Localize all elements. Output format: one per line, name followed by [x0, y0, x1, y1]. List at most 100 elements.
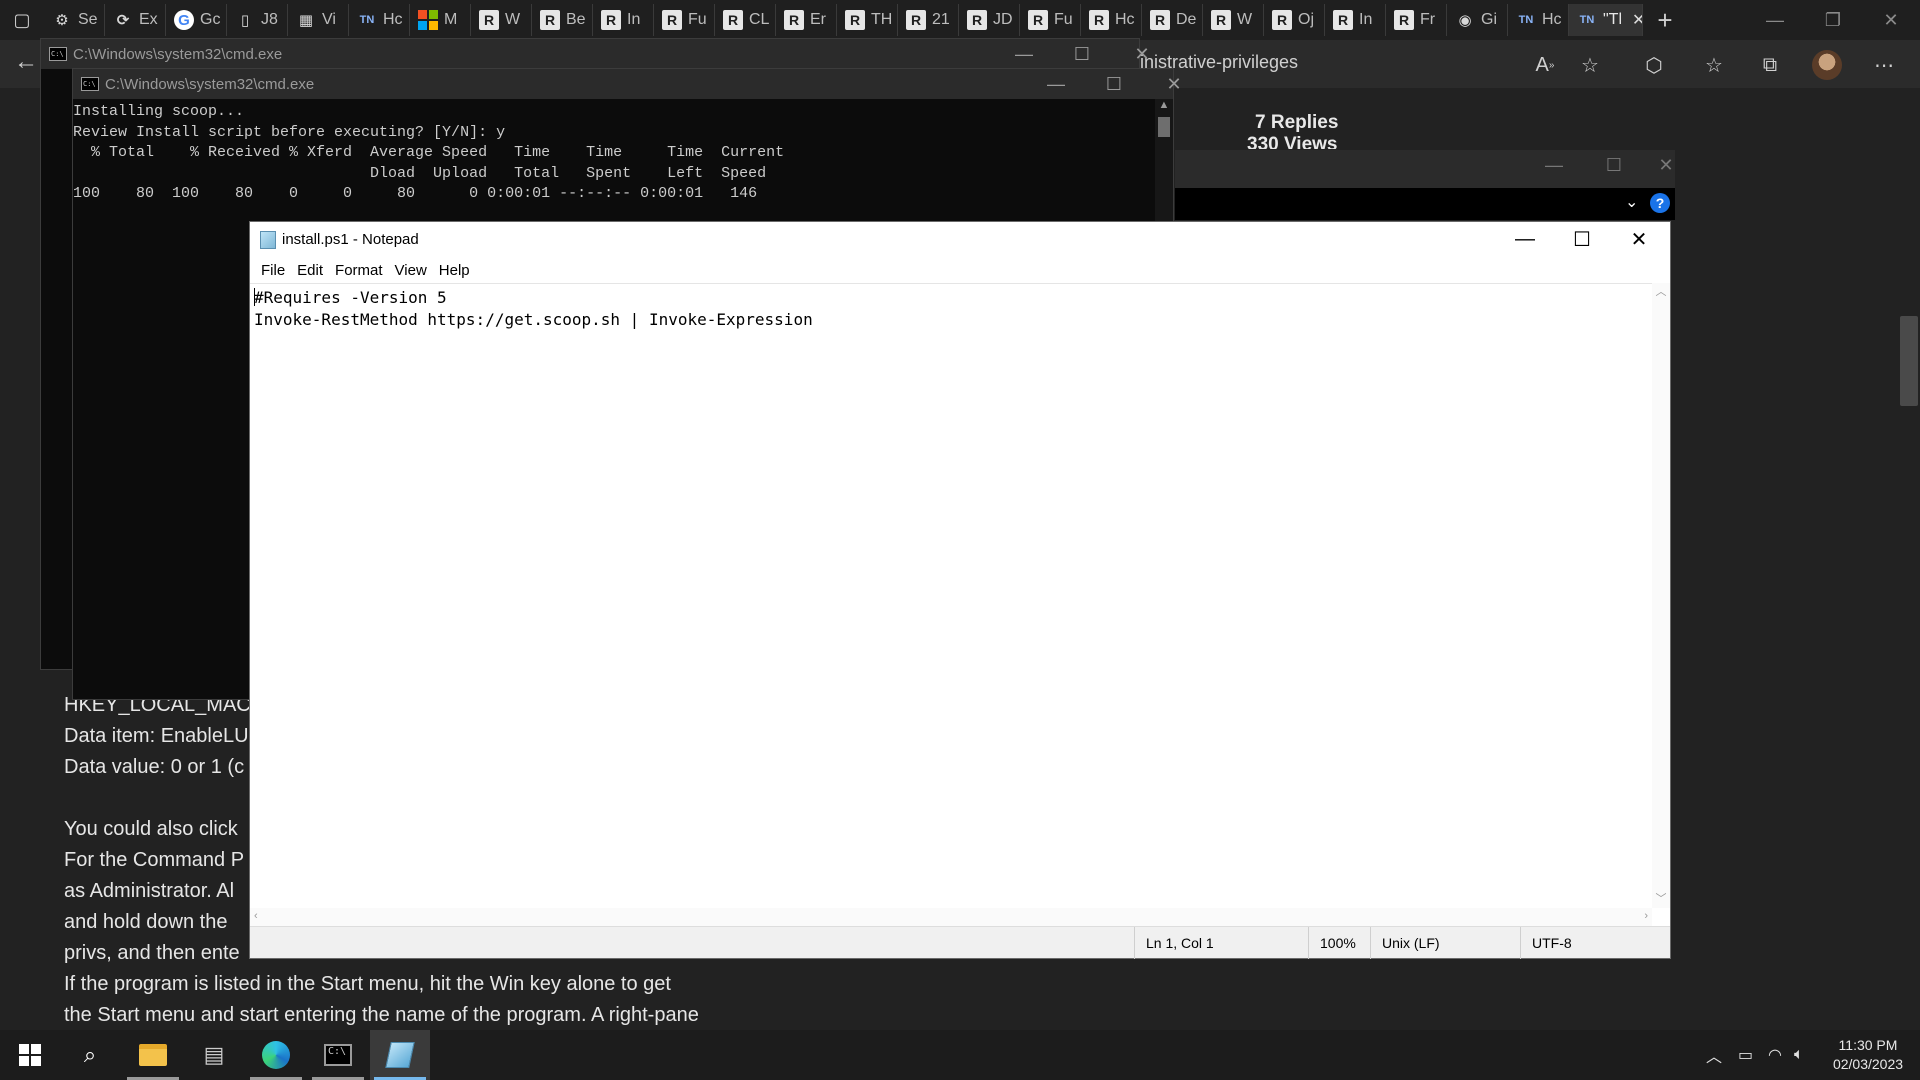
taskbar-edge[interactable] [246, 1030, 306, 1080]
chevron-down-icon[interactable]: ⌄ [1625, 192, 1638, 212]
bg-close-button[interactable]: ✕ [1637, 146, 1695, 184]
taskbar-app-2[interactable]: ▤ [184, 1030, 244, 1080]
collections-icon[interactable]: ⧉ [1754, 49, 1786, 81]
browser-tab[interactable]: TN Hc [349, 4, 410, 36]
cmd-console-output[interactable]: Installing scoop... Review Install scrip… [73, 99, 1173, 205]
bg-maximize-button[interactable]: ☐ [1585, 146, 1643, 184]
browser-tab[interactable]: RW [1203, 4, 1264, 36]
browser-tab-label: JD [993, 11, 1013, 28]
extensions-icon[interactable]: ⬡ [1638, 49, 1670, 81]
more-menu-icon[interactable]: ⋯ [1868, 49, 1900, 81]
browser-tab[interactable]: R Be [532, 4, 593, 36]
cmd-front-maximize[interactable]: ☐ [1085, 69, 1143, 99]
menu-view[interactable]: View [389, 262, 433, 279]
close-window-button[interactable]: ✕ [1862, 0, 1920, 40]
browser-tab[interactable]: R Hc [1081, 4, 1142, 36]
start-button[interactable] [0, 1030, 60, 1080]
browser-tab[interactable]: RW [471, 4, 532, 36]
browser-tab[interactable]: R Oj [1264, 4, 1325, 36]
notepad-text-area[interactable]: #Requires -Version 5 Invoke-RestMethod h… [250, 283, 1652, 908]
back-arrow-icon[interactable]: ← [14, 48, 38, 76]
scroll-up-icon[interactable]: ︿ [1652, 283, 1670, 301]
browser-tab[interactable]: R JD [959, 4, 1020, 36]
scroll-up-icon[interactable]: ▲ [1155, 99, 1173, 117]
profile-avatar[interactable] [1812, 50, 1842, 80]
taskbar-file-explorer[interactable] [123, 1030, 183, 1080]
new-tab-button[interactable]: + [1643, 0, 1687, 40]
volume-icon[interactable]: 🔈︎ [1794, 1030, 1804, 1080]
cmd-back-minimize[interactable]: — [995, 39, 1053, 69]
browser-tab[interactable]: ▯ J8 [227, 4, 288, 36]
notepad-maximize-button[interactable]: ☐ [1553, 222, 1611, 257]
menu-file[interactable]: File [255, 262, 291, 279]
browser-tab-label: In [627, 11, 641, 28]
read-aloud-icon[interactable]: A» [1529, 49, 1561, 81]
bg-minimize-button[interactable]: — [1525, 146, 1583, 184]
replies-count: 7 Replies [1255, 112, 1339, 133]
scroll-left-icon[interactable]: ‹ [254, 910, 258, 922]
menu-format[interactable]: Format [329, 262, 389, 279]
search-icon[interactable]: ⌕ [60, 1030, 120, 1080]
browser-tab-label: Fu [688, 11, 707, 28]
notepad-titlebar[interactable]: install.ps1 - Notepad — ☐ ✕ [250, 222, 1670, 257]
browser-tab[interactable]: R De [1142, 4, 1203, 36]
browser-tab[interactable]: R Fu [1020, 4, 1081, 36]
browser-tab[interactable]: R 21 [898, 4, 959, 36]
status-zoom: 100% [1308, 927, 1370, 959]
browser-tab[interactable]: ◉ Gi [1447, 4, 1508, 36]
add-favorite-icon[interactable]: ☆ [1574, 49, 1606, 81]
browser-tab[interactable]: R TH [837, 4, 898, 36]
notepad-minimize-button[interactable]: — [1496, 222, 1554, 257]
browser-tab[interactable]: R In [593, 4, 654, 36]
browser-tab[interactable]: ⚙ Se [44, 4, 105, 36]
browser-tab-label: Gi [1481, 11, 1497, 28]
cmd-back-titlebar[interactable]: C:\ C:\Windows\system32\cmd.exe — ☐ ✕ [41, 39, 1150, 69]
cmd-back-close[interactable]: ✕ [1113, 39, 1171, 69]
gear-icon: ⚙ [55, 12, 69, 29]
cmd-front-close[interactable]: ✕ [1145, 69, 1203, 99]
clock[interactable]: 11:30 PM 02/03/2023 [1820, 1036, 1916, 1074]
cmd-icon: C:\ [324, 1044, 352, 1066]
cmd-front-titlebar[interactable]: C:\ C:\Windows\system32\cmd.exe — ☐ ✕ [73, 69, 1182, 99]
r-icon: R [1150, 10, 1170, 30]
battery-icon[interactable]: ▭ [1738, 1030, 1753, 1080]
browser-tab-label: Vi [322, 11, 336, 28]
clock-time: 11:30 PM [1838, 1037, 1898, 1053]
tab-list: ⚙ Se ⟳ Ex G Gc ▯ J8 ▦ Vi TN Hc M R W R Be R In R Fu R CL R Er R TH… [44, 4, 1569, 36]
menu-edit[interactable]: Edit [291, 262, 329, 279]
page-scrollbar-thumb[interactable] [1900, 316, 1918, 406]
notepad-horizontal-scrollbar[interactable]: ‹ › [250, 908, 1652, 926]
cmd-front-minimize[interactable]: — [1027, 69, 1085, 99]
browser-tab[interactable]: R CL [715, 4, 776, 36]
browser-tab[interactable]: R In [1325, 4, 1386, 36]
browser-tab[interactable]: ▦ Vi [288, 4, 349, 36]
bg-window-bar [1175, 188, 1675, 220]
help-icon[interactable]: ? [1650, 193, 1670, 213]
cmd-back-maximize[interactable]: ☐ [1053, 39, 1111, 69]
scroll-down-icon[interactable]: ﹀ [1652, 890, 1670, 908]
browser-tab[interactable]: TN Hc [1508, 4, 1569, 36]
show-hidden-icons-icon[interactable]: ︿ [1706, 1030, 1722, 1080]
notepad-vertical-scrollbar[interactable]: ︿ ﹀ [1652, 283, 1670, 908]
browser-tab[interactable]: R Fu [654, 4, 715, 36]
browser-tab[interactable]: ⟳ Ex [105, 4, 166, 36]
tab-active[interactable]: TN "Tl ✕ [1569, 4, 1643, 36]
scroll-right-icon[interactable]: › [1644, 910, 1648, 922]
menu-help[interactable]: Help [433, 262, 476, 279]
taskbar-notepad[interactable] [370, 1030, 430, 1080]
notepad-close-button[interactable]: ✕ [1610, 222, 1668, 257]
taskbar-cmd[interactable]: C:\ [308, 1030, 368, 1080]
wifi-icon[interactable]: ◠ [1768, 1030, 1782, 1080]
tab-actions-button[interactable]: ▢ [0, 0, 44, 40]
article-line: If the program is listed in the Start me… [64, 973, 671, 995]
favorites-icon[interactable]: ☆ [1698, 49, 1730, 81]
restore-button[interactable]: ❐ [1804, 0, 1862, 40]
close-tab-icon[interactable]: ✕ [1632, 10, 1642, 30]
browser-tab[interactable]: M [410, 4, 471, 36]
cmd-scrollbar-thumb[interactable] [1158, 117, 1170, 137]
browser-tab[interactable]: R Fr [1386, 4, 1447, 36]
browser-tab-label: Se [78, 11, 98, 28]
minimize-button[interactable]: — [1746, 0, 1804, 40]
browser-tab[interactable]: G Gc [166, 4, 227, 36]
browser-tab[interactable]: R Er [776, 4, 837, 36]
